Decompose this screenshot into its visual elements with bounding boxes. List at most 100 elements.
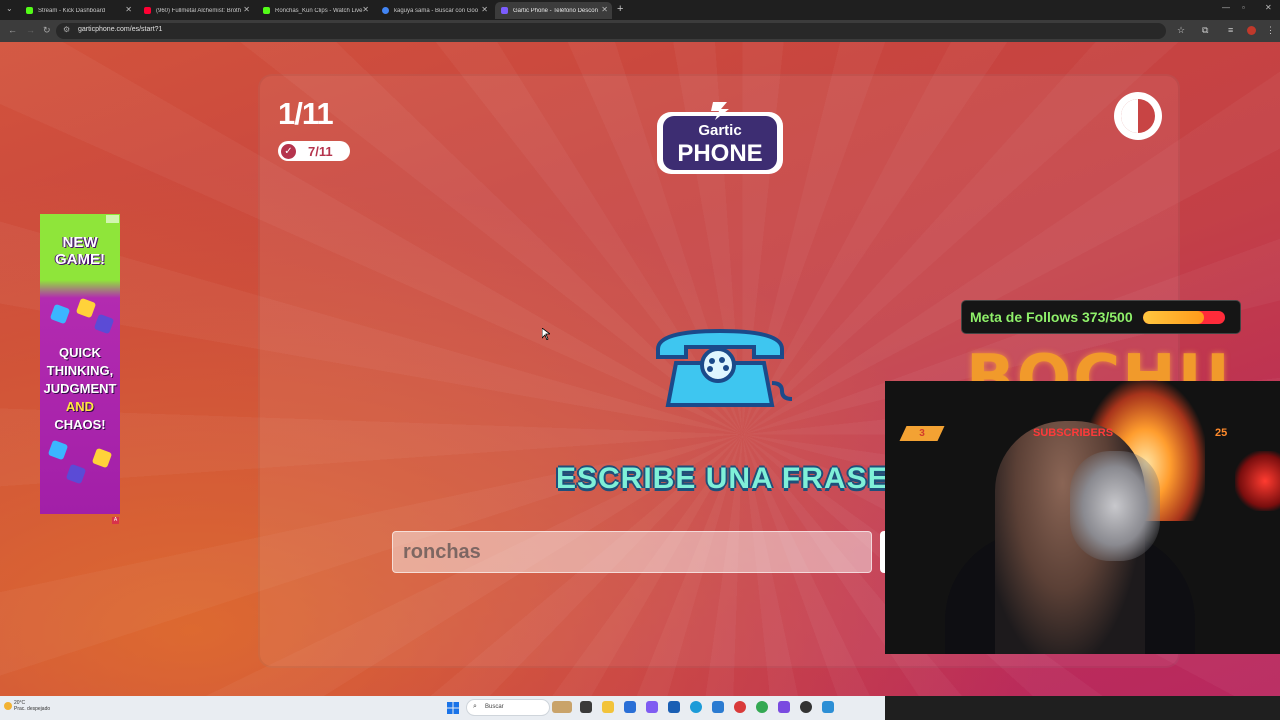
subs-goal: 25 <box>1215 427 1228 439</box>
bookmark-star-icon[interactable]: ☆ <box>1177 25 1185 36</box>
close-tab-icon[interactable]: ✕ <box>362 5 369 14</box>
kick-favicon-icon <box>26 7 33 14</box>
google-favicon-icon <box>382 7 389 14</box>
outlook-icon[interactable] <box>668 701 680 713</box>
profile-avatar[interactable] <box>1247 26 1256 35</box>
windows-taskbar: 20°C Prac. despejado ⌕ Buscar <box>0 696 885 720</box>
weather-desc: Prac. despejado <box>14 706 51 712</box>
close-tab-icon[interactable]: ✕ <box>243 5 250 14</box>
card-icon <box>49 303 71 325</box>
minimize-icon[interactable]: — <box>1222 3 1230 12</box>
ad-line: QUICK <box>59 345 101 360</box>
extensions-icon[interactable]: ⧉ <box>1202 25 1208 36</box>
search-highlight-icon[interactable] <box>552 701 572 713</box>
menu-dots-icon[interactable]: ⋮ <box>1266 25 1275 36</box>
media-icon[interactable]: ≡ <box>1228 25 1233 35</box>
tab-gartic-phone[interactable]: Gartic Phone - Teléfono Descon ✕ <box>495 2 612 19</box>
close-tab-icon[interactable]: ✕ <box>481 5 488 14</box>
site-info-icon[interactable]: ⚙ <box>63 25 70 34</box>
edge-icon[interactable] <box>690 701 702 713</box>
follow-goal-fill <box>1142 310 1204 324</box>
ad-tagline: QUICK THINKING, JUDGMENT AND CHAOS! <box>40 344 120 434</box>
ad-headline: NEW GAME! <box>40 234 120 268</box>
app-icon[interactable] <box>822 701 834 713</box>
tab-kick-dashboard[interactable]: Stream - Kick Dashboard ✕ <box>20 2 136 19</box>
heater-light <box>1235 451 1280 511</box>
card-icon <box>91 447 113 469</box>
new-tab-button[interactable]: + <box>617 3 623 15</box>
gartic-favicon-icon <box>501 7 508 14</box>
browser-toolbar: ← → ↻ ⚙ garticphone.com/es/start?1 ☆ ⧉ ≡… <box>0 20 1280 42</box>
url-text: garticphone.com/es/start?1 <box>78 26 163 33</box>
card-icon <box>75 297 97 319</box>
close-tab-icon[interactable]: ✕ <box>125 5 132 14</box>
ad-info-icon[interactable] <box>106 215 119 223</box>
store-icon[interactable] <box>624 701 636 713</box>
chrome-active-icon[interactable] <box>734 701 746 713</box>
tab-google-search[interactable]: kaguya sama - Buscar con Goo ✕ <box>376 2 492 19</box>
contrast-toggle-icon[interactable] <box>1112 90 1164 142</box>
app-icon[interactable] <box>778 701 790 713</box>
logo-line1: Gartic <box>698 122 741 139</box>
tab-youtube[interactable]: (960) Fullmetal Alchemist: Broth ✕ <box>138 2 254 19</box>
completed-count: 7/11 <box>308 143 333 159</box>
tab-ronchas-clips[interactable]: Ronchas_Kun Clips - Watch Live ✕ <box>257 2 373 19</box>
logo-line2: PHONE <box>677 140 762 167</box>
ad-line: THINKING, <box>46 363 114 378</box>
weather-widget[interactable]: 20°C Prac. despejado <box>14 700 50 712</box>
close-tab-icon[interactable]: ✕ <box>601 5 608 14</box>
taskbar-search[interactable]: ⌕ Buscar <box>466 699 550 716</box>
round-counter: 1/11 <box>278 96 334 131</box>
phrase-input[interactable]: ronchas <box>392 531 872 573</box>
card-icon <box>93 313 115 335</box>
tab-label: kaguya sama - Buscar con Goo <box>394 7 479 14</box>
tab-label: Gartic Phone - Teléfono Descon <box>513 7 598 14</box>
subscriber-bar: 3 SUBSCRIBERS 25 <box>885 426 1280 442</box>
search-placeholder: Buscar <box>485 704 504 710</box>
youtube-favicon-icon <box>144 7 151 14</box>
follow-goal-widget: Meta de Follows 373/500 <box>962 301 1240 333</box>
chrome-icon[interactable] <box>756 701 768 713</box>
tab-label: Ronchas_Kun Clips - Watch Live <box>275 7 363 14</box>
sub-count: 3 <box>919 428 925 439</box>
sub-count-badge: 3 <box>899 426 945 441</box>
ad-line: JUDGMENT <box>43 381 117 396</box>
kick-favicon-icon <box>263 7 270 14</box>
copilot-icon[interactable] <box>646 701 658 713</box>
ad-banner[interactable]: NEW GAME! QUICK THINKING, JUDGMENT AND C… <box>40 214 120 514</box>
ad-line: GAME! <box>55 251 105 268</box>
search-icon: ⌕ <box>473 703 477 710</box>
gartic-phone-logo: Gartic PHONE <box>657 102 783 174</box>
completed-pill: ✓ 7/11 <box>278 141 350 161</box>
follow-goal-label: Meta de Follows 373/500 <box>970 309 1133 325</box>
close-window-icon[interactable]: ✕ <box>1265 3 1272 12</box>
obs-icon[interactable] <box>800 701 812 713</box>
reload-icon[interactable]: ↻ <box>43 25 51 36</box>
maximize-icon[interactable]: ▫ <box>1242 3 1245 12</box>
forward-icon[interactable]: → <box>26 25 35 35</box>
task-view-icon[interactable] <box>580 701 592 713</box>
ad-choices-icon[interactable]: A <box>112 517 119 524</box>
back-icon[interactable]: ← <box>8 25 17 35</box>
address-bar[interactable]: ⚙ garticphone.com/es/start?1 <box>56 23 1166 39</box>
drinking-glass <box>1070 451 1160 561</box>
windows-start-icon[interactable] <box>447 702 459 714</box>
browser-tab-strip: ⌄ Stream - Kick Dashboard ✕ (960) Fullme… <box>0 0 1280 20</box>
telephone-icon <box>656 328 793 407</box>
tab-label: (960) Fullmetal Alchemist: Broth <box>156 7 242 14</box>
follow-goal-bar <box>1142 310 1225 324</box>
write-phrase-prompt: ESCRIBE UNA FRASE <box>556 462 889 495</box>
subs-title: SUBSCRIBERS <box>1033 427 1114 439</box>
ad-line: NEW <box>62 234 98 251</box>
ad-line: AND <box>65 399 95 414</box>
webcam-feed <box>885 381 1280 654</box>
weather-sun-icon[interactable] <box>4 702 12 710</box>
card-icon <box>47 439 69 461</box>
file-explorer-icon[interactable] <box>602 701 614 713</box>
mouse-cursor-icon <box>542 328 550 340</box>
checkmark-icon: ✓ <box>281 143 296 159</box>
tab-label: Stream - Kick Dashboard <box>38 7 106 14</box>
tab-search-icon[interactable]: ⌄ <box>6 4 13 13</box>
card-icon <box>65 463 87 485</box>
mail-icon[interactable] <box>712 701 724 713</box>
